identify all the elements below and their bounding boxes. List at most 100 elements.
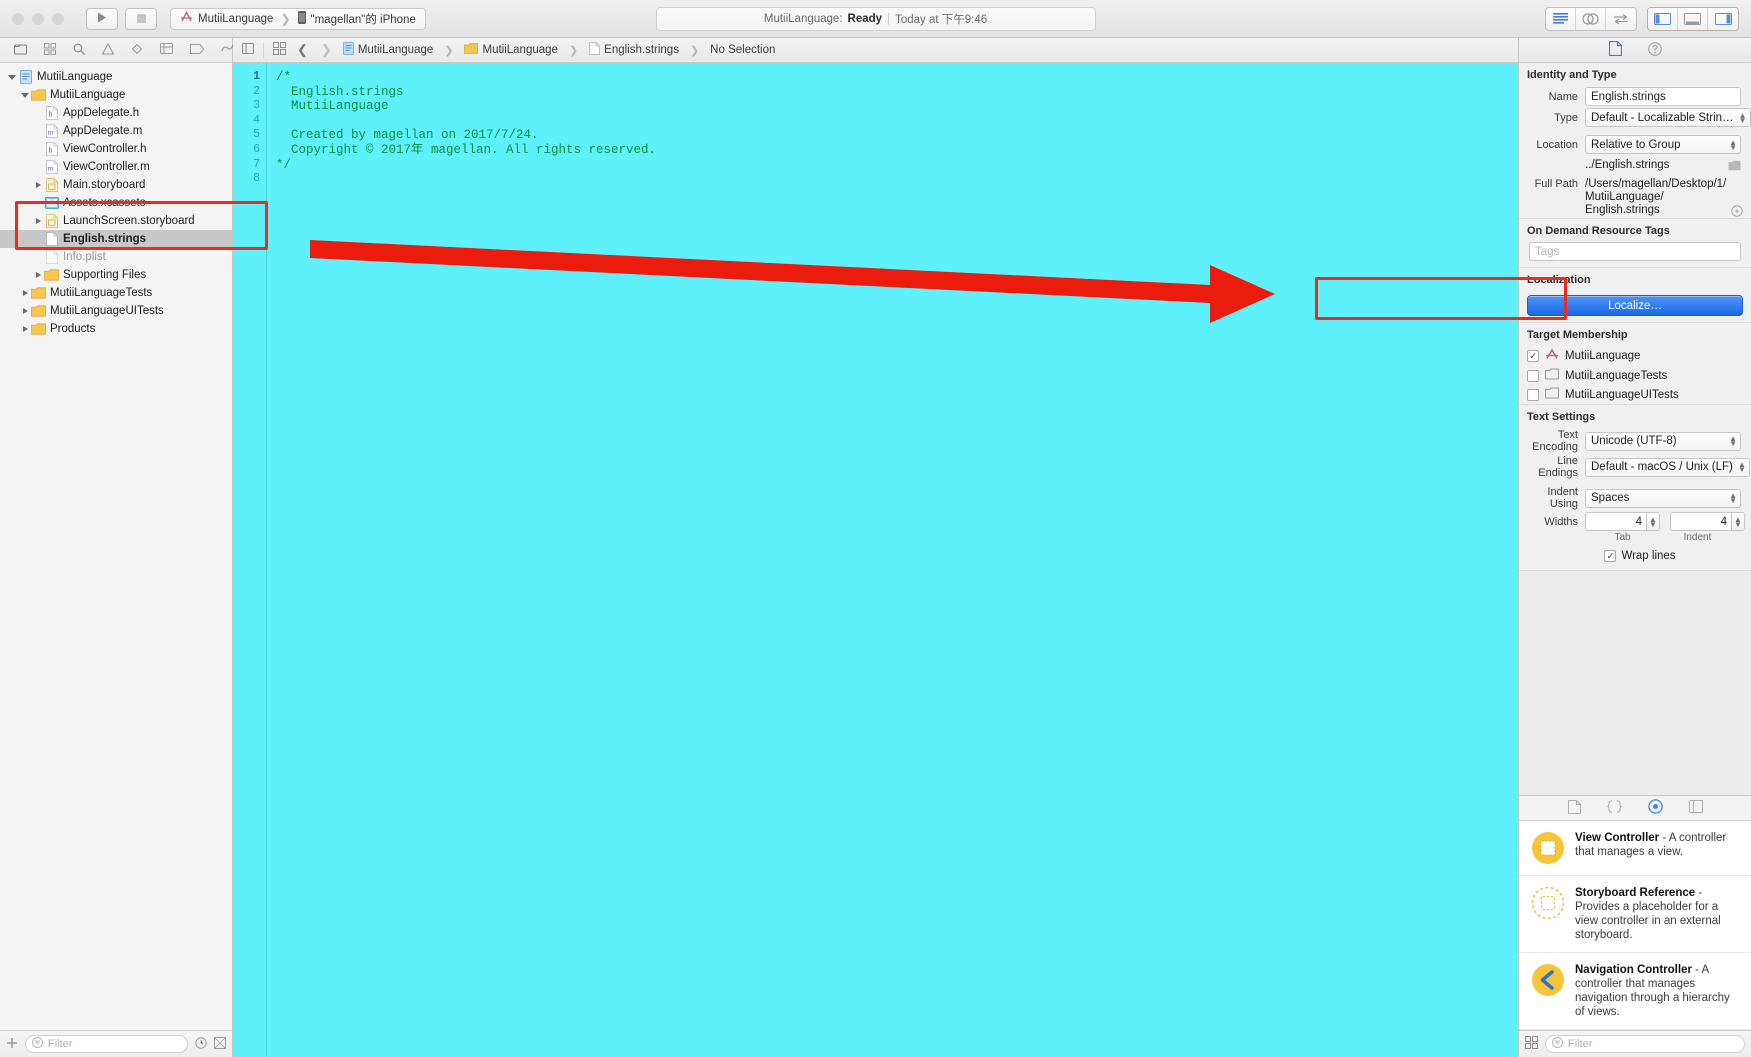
disclosure-triangle-icon[interactable] (19, 92, 31, 98)
navigate-back-button[interactable]: ❮ (295, 42, 310, 58)
add-item-icon[interactable] (6, 1037, 18, 1052)
navigator-row-main-storyboard[interactable]: Main.storyboard (0, 176, 232, 194)
run-button[interactable] (86, 7, 118, 30)
breadcrumb-item-selection[interactable]: No Selection (710, 44, 775, 56)
library-grid-toggle-icon[interactable] (1525, 1036, 1538, 1052)
breadcrumb-item-group[interactable]: MutiiLanguage (464, 43, 558, 57)
indent-width-stepper-buttons[interactable]: ▲ ▼ (1732, 512, 1745, 531)
navigator-row-info-plist[interactable]: Info.plist (0, 248, 232, 266)
disclosure-triangle-icon[interactable] (32, 272, 44, 278)
zoom-window-button[interactable] (52, 12, 64, 25)
library-item[interactable]: Storyboard Reference - Provides a placeh… (1519, 876, 1751, 953)
code-line[interactable]: MutiiLanguage (276, 99, 1518, 114)
code-line[interactable]: /* (276, 70, 1518, 85)
odr-tags-input[interactable]: Tags (1529, 242, 1741, 261)
recent-files-icon[interactable] (195, 1036, 207, 1052)
object-library-list[interactable]: View Controller - A controller that mana… (1519, 821, 1751, 1030)
code-snippet-library-icon[interactable] (1605, 800, 1623, 816)
code-line[interactable]: Created by magellan on 2017/7/24. (276, 128, 1518, 143)
disclosure-triangle-icon[interactable] (19, 290, 31, 296)
grid-view-icon[interactable] (273, 42, 286, 58)
choose-folder-icon[interactable] (1727, 160, 1741, 171)
library-item[interactable]: View Controller - A controller that mana… (1519, 821, 1751, 876)
navigate-forward-button[interactable]: ❯ (319, 42, 334, 58)
target-membership-checkbox[interactable] (1527, 388, 1539, 401)
navigator-row-supporting-files[interactable]: Supporting Files (0, 266, 232, 284)
target-membership-row[interactable]: MutiiLanguageTests (1519, 366, 1751, 385)
navigator-row-mutiilanguage[interactable]: MutiiLanguage (0, 86, 232, 104)
scheme-selector[interactable]: MutiiLanguage ❯ "magellan"的 iPhone (170, 7, 426, 30)
localize-button[interactable]: Localize… (1527, 295, 1743, 316)
scheme-destination[interactable]: "magellan"的 iPhone (297, 10, 416, 27)
issue-navigator-icon[interactable] (101, 42, 115, 58)
navigator-filter-input[interactable]: Filter (25, 1035, 188, 1053)
navigator-row-mutiilanguageuitests[interactable]: MutiiLanguageUITests (0, 302, 232, 320)
breakpoint-navigator-icon[interactable] (190, 43, 205, 57)
target-membership-checkbox[interactable] (1527, 369, 1539, 382)
disclosure-triangle-icon[interactable] (19, 326, 31, 332)
disclosure-triangle-icon[interactable] (32, 218, 44, 224)
navigator-row-launchscreen-storyboard[interactable]: LaunchScreen.storyboard (0, 212, 232, 230)
indent-using-popup-button[interactable]: Spaces ▲ ▼ (1585, 488, 1741, 508)
code-line[interactable]: English.strings (276, 85, 1518, 100)
standard-editor-button[interactable] (1546, 7, 1576, 30)
name-input[interactable]: English.strings (1585, 87, 1741, 106)
navigator-row-english-strings[interactable]: English.strings (0, 230, 232, 248)
library-filter-input[interactable]: Filter (1545, 1035, 1745, 1053)
navigator-row-mutiilanguage[interactable]: MutiiLanguage (0, 68, 232, 86)
toggle-utilities-button[interactable] (1708, 7, 1738, 30)
source-code-text[interactable]: /* English.strings MutiiLanguage Created… (267, 63, 1518, 1057)
code-line[interactable]: */ (276, 158, 1518, 173)
type-popup-button[interactable]: Default - Localizable Strin… ▲ ▼ (1585, 108, 1751, 127)
tab-width-input[interactable]: 4 (1585, 512, 1647, 531)
breadcrumb-item-project[interactable]: MutiiLanguage (342, 42, 433, 58)
close-window-button[interactable] (12, 12, 24, 25)
target-membership-row[interactable]: MutiiLanguageUITests (1519, 385, 1751, 404)
toggle-navigator-button[interactable] (1648, 7, 1678, 30)
tab-width-stepper[interactable]: 4 ▲ ▼ (1585, 512, 1660, 531)
related-items-icon[interactable] (242, 43, 254, 57)
target-membership-checkbox[interactable]: ✓ (1527, 350, 1539, 362)
breadcrumb-item-file[interactable]: English.strings (589, 42, 679, 58)
target-membership-row[interactable]: ✓ MutiiLanguage (1519, 346, 1751, 366)
indent-width-stepper[interactable]: 4 ▲ ▼ (1670, 512, 1745, 531)
navigator-row-mutiilanguagetests[interactable]: MutiiLanguageTests (0, 284, 232, 302)
test-navigator-icon[interactable] (131, 43, 143, 58)
version-editor-button[interactable] (1606, 7, 1636, 30)
text-encoding-popup-button[interactable]: Unicode (UTF-8) ▲ ▼ (1585, 431, 1741, 451)
line-endings-popup-button[interactable]: Default - macOS / Unix (LF) ▲ ▼ (1585, 457, 1750, 477)
disclosure-triangle-icon[interactable] (6, 74, 18, 80)
navigator-row-viewcontroller-h[interactable]: h ViewController.h (0, 140, 232, 158)
debug-navigator-icon[interactable] (160, 43, 173, 57)
navigator-row-appdelegate-m[interactable]: m AppDelegate.m (0, 122, 232, 140)
file-template-library-icon[interactable] (1567, 799, 1581, 817)
source-editor[interactable]: 12345678 /* English.strings MutiiLanguag… (233, 63, 1518, 1057)
location-popup-button[interactable]: Relative to Group ▲ ▼ (1585, 135, 1741, 154)
navigator-row-appdelegate-h[interactable]: h AppDelegate.h (0, 104, 232, 122)
object-library-icon[interactable] (1647, 799, 1663, 817)
navigator-row-products[interactable]: Products (0, 320, 232, 338)
source-control-filter-icon[interactable] (214, 1036, 226, 1052)
stop-button[interactable] (125, 7, 157, 30)
project-navigator-icon[interactable] (14, 43, 27, 58)
file-inspector-icon[interactable] (1608, 40, 1622, 59)
find-navigator-icon[interactable] (73, 43, 85, 58)
code-line[interactable]: Copyright © 2017年 magellan. All rights r… (276, 143, 1518, 158)
quick-help-inspector-icon[interactable] (1647, 41, 1662, 59)
source-control-navigator-icon[interactable] (44, 42, 56, 58)
tab-width-stepper-buttons[interactable]: ▲ ▼ (1647, 512, 1660, 531)
wrap-lines-row[interactable]: ✓ Wrap lines (1519, 547, 1751, 570)
scheme-project[interactable]: MutiiLanguage (180, 10, 273, 27)
minimize-window-button[interactable] (32, 12, 44, 25)
library-item[interactable]: Navigation Controller - A controller tha… (1519, 953, 1751, 1030)
code-line[interactable] (276, 114, 1518, 129)
wrap-lines-checkbox[interactable]: ✓ (1604, 550, 1617, 562)
disclosure-triangle-icon[interactable] (19, 308, 31, 314)
reveal-in-finder-icon[interactable] (1730, 205, 1744, 217)
disclosure-triangle-icon[interactable] (32, 182, 44, 188)
toggle-debug-area-button[interactable] (1678, 7, 1708, 30)
media-library-icon[interactable] (1688, 799, 1703, 816)
project-navigator-tree[interactable]: MutiiLanguage MutiiLanguage h AppDelegate.h… (0, 63, 232, 1030)
indent-width-input[interactable]: 4 (1670, 512, 1732, 531)
assistant-editor-button[interactable] (1576, 7, 1606, 30)
